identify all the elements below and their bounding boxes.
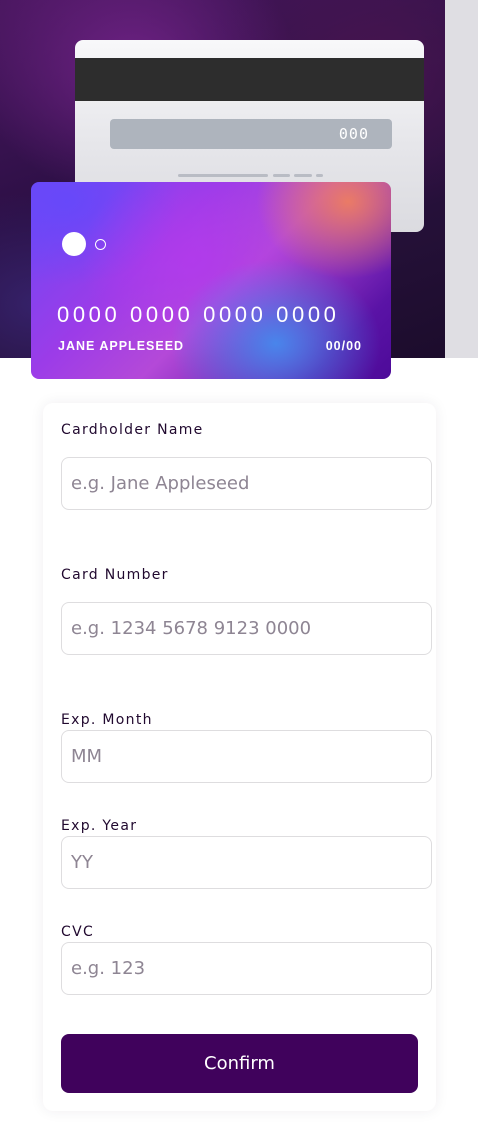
exp-month-label: Exp. Month [61,712,153,728]
card-number-label: Card Number [61,567,169,583]
card-number-input[interactable] [61,602,432,655]
card-back-decor-line [294,174,312,177]
card-back-decor-line [316,174,323,177]
cardholder-name-input[interactable] [61,457,432,510]
card-back-decor-line [273,174,290,177]
card-back-cvc: 000 [338,125,369,143]
exp-year-input[interactable] [61,836,432,889]
card-logo-small-circle-icon [95,239,106,250]
card-holder-display: JANE APPLESEED [58,339,185,353]
card-front: 0000 0000 0000 0000 JANE APPLESEED 00/00 [31,182,391,379]
card-logo-large-circle-icon [62,232,86,256]
scrollbar-track[interactable] [445,0,478,358]
card-back-decor-line [178,174,268,177]
card-back-cvc-box: 000 [110,119,392,149]
cvc-input[interactable] [61,942,432,995]
cardholder-name-label: Cardholder Name [61,422,204,438]
card-number-display: 0000 0000 0000 0000 [57,302,340,327]
card-magnetic-stripe [75,58,424,101]
exp-month-input[interactable] [61,730,432,783]
card-expiry-display: 00/00 [325,339,362,353]
confirm-button[interactable]: Confirm [61,1034,418,1093]
exp-year-label: Exp. Year [61,818,138,834]
cvc-label: CVC [61,924,95,940]
